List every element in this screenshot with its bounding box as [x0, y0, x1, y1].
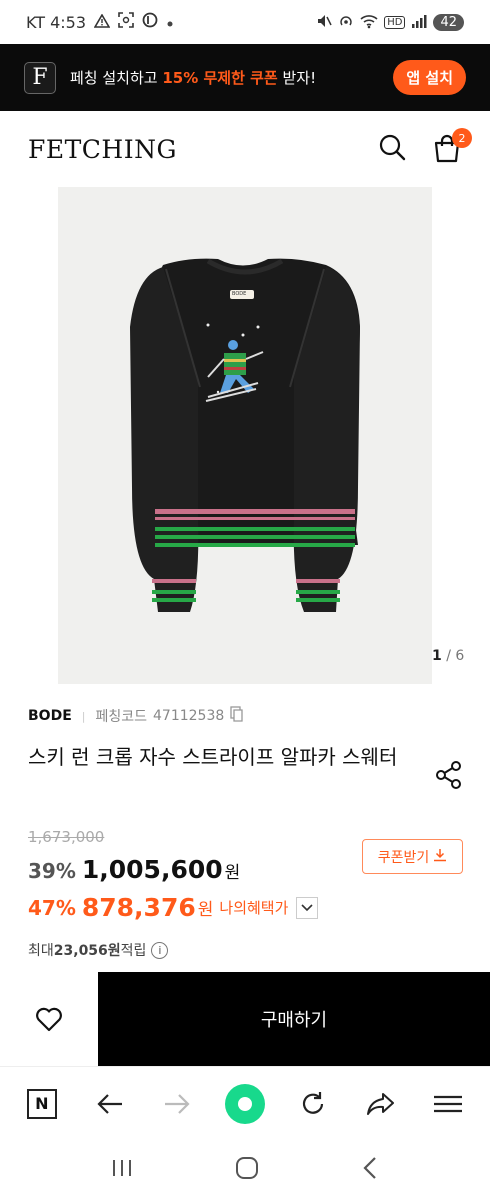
image-counter-total: 6 — [455, 648, 465, 664]
status-bar: KT 4:53 HD 42 — [0, 0, 490, 44]
forward-button[interactable] — [157, 1084, 197, 1124]
brand-code-row: BODE | 페칭코드 47112538 — [28, 706, 244, 726]
original-price: 1,673,000 — [28, 828, 105, 846]
cart-count-badge: 2 — [452, 128, 472, 148]
wifi-icon — [360, 13, 378, 32]
arrow-right-icon — [165, 1093, 190, 1114]
product-brand[interactable]: BODE — [28, 708, 72, 724]
heart-icon — [36, 1007, 62, 1032]
promo-text-before: 페칭 설치하고 — [70, 69, 163, 87]
info-icon[interactable]: i — [151, 941, 169, 959]
product-image[interactable]: BODE — [58, 187, 432, 684]
product-code: 47112538 — [153, 708, 225, 724]
hd-label: HD — [384, 15, 406, 29]
promo-text-highlight: 15% 무제한 쿠폰 — [162, 69, 278, 87]
currency-unit: 원 — [224, 863, 241, 883]
points-suffix: 적립 — [120, 943, 147, 959]
discount-rate: 39% — [28, 859, 76, 883]
chevron-down-icon — [301, 903, 313, 911]
benefit-price-label: 나의혜택가 — [219, 899, 289, 917]
coupon-download-button[interactable]: 쿠폰받기 — [362, 839, 463, 874]
screenshot-icon — [118, 12, 134, 32]
share-icon[interactable] — [434, 760, 464, 794]
image-counter-current: 1 — [432, 648, 442, 664]
battery-indicator: 42 — [433, 13, 464, 31]
hotspot-icon — [338, 13, 354, 32]
warning-icon — [93, 12, 111, 32]
fetching-app-logo: F — [24, 61, 56, 94]
refresh-button[interactable] — [293, 1084, 333, 1124]
copy-icon[interactable] — [230, 706, 244, 726]
points-prefix: 최대 — [28, 943, 54, 959]
home-button[interactable] — [235, 1156, 259, 1184]
recent-apps-icon — [113, 1160, 132, 1176]
dot-icon — [166, 13, 174, 32]
benefit-price-row: 47% 878,376 원 나의혜택가 — [28, 893, 319, 922]
system-nav-bar — [0, 1140, 490, 1200]
sweater-illustration — [130, 258, 360, 612]
benefit-discount-rate: 47% — [28, 895, 76, 920]
shopping-bag-icon — [432, 134, 462, 168]
benefit-expand-button[interactable] — [296, 896, 319, 919]
app-install-banner: F 페칭 설치하고 15% 무제한 쿠폰 받자! 앱 설치 — [0, 44, 490, 111]
site-header: FETCHING 2 — [0, 111, 490, 187]
signal-icon — [411, 14, 427, 31]
product-code-label: 페칭코드 — [95, 709, 148, 725]
cart-button[interactable]: 2 — [432, 128, 472, 164]
price-row: 39% 1,005,600 원 — [28, 855, 240, 884]
home-icon — [235, 1157, 258, 1179]
forward-share-icon — [367, 1092, 395, 1115]
refresh-icon — [302, 1091, 323, 1114]
search-icon[interactable] — [378, 133, 406, 165]
back-chevron-icon — [363, 1157, 376, 1179]
site-logo[interactable]: FETCHING — [28, 135, 177, 164]
browser-home-button[interactable] — [224, 1083, 265, 1124]
arrow-left-icon — [96, 1093, 122, 1114]
product-title: 스키 런 크롭 자수 스트라이프 알파카 스웨터 — [28, 745, 398, 769]
wishlist-button[interactable] — [0, 972, 98, 1066]
browser-toolbar: N — [0, 1066, 490, 1140]
share-page-button[interactable] — [360, 1084, 400, 1124]
n-icon: N — [26, 1088, 57, 1119]
status-time: KT 4:53 — [26, 12, 87, 32]
sale-price: 1,005,600 — [81, 855, 223, 884]
system-back-button[interactable] — [360, 1156, 380, 1184]
recent-apps-button[interactable] — [110, 1158, 134, 1182]
image-counter: 1 / 6 — [432, 648, 464, 664]
divider: | — [81, 709, 86, 723]
points-info: 최대 23,056원 적립 i — [28, 940, 169, 960]
green-dot-icon — [224, 1083, 265, 1124]
mute-icon — [316, 13, 332, 32]
benefit-currency-unit: 원 — [197, 900, 214, 920]
naver-button[interactable]: N — [22, 1084, 62, 1124]
promo-text: 페칭 설치하고 15% 무제한 쿠폰 받자! — [70, 67, 316, 88]
back-button[interactable] — [90, 1084, 130, 1124]
coupon-label: 쿠폰받기 — [377, 849, 430, 866]
benefit-price: 878,376 — [81, 893, 196, 922]
points-value: 23,056원 — [53, 943, 121, 959]
app-install-button[interactable]: 앱 설치 — [393, 60, 466, 95]
hamburger-icon — [434, 1095, 463, 1112]
promo-text-after: 받자! — [277, 69, 317, 87]
image-counter-separator: / — [441, 648, 456, 664]
sweater-tag-label: BODE — [232, 291, 247, 297]
b-app-icon — [142, 12, 158, 32]
download-icon — [433, 848, 447, 866]
menu-button[interactable] — [428, 1084, 468, 1124]
buy-button[interactable]: 구매하기 — [98, 972, 490, 1066]
